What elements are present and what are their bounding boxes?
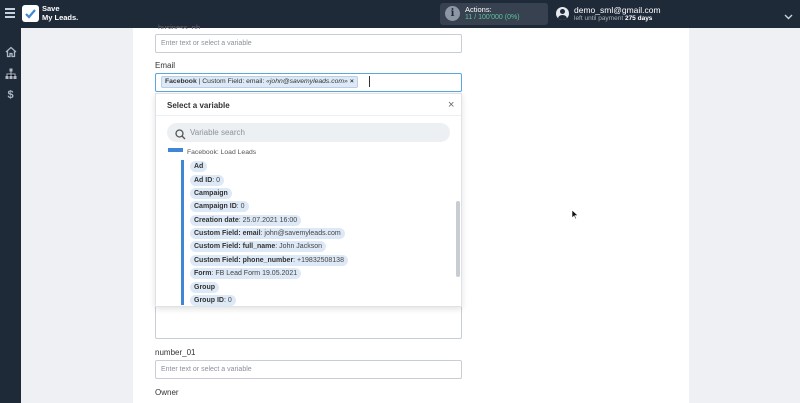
list-item[interactable]: Group ID: 0 <box>190 295 236 306</box>
list-item[interactable]: Custom Field: email: john@savemyleads.co… <box>190 228 345 239</box>
source-label: Facebook: Load Leads <box>187 149 257 156</box>
scroll-thumb[interactable] <box>456 201 460 277</box>
actions-count: 11 / 100'000 (0%) <box>465 14 520 21</box>
source-marker <box>168 148 183 152</box>
tag-field: | Custom Field: email: <box>198 78 265 85</box>
payment-days: 275 days <box>624 15 653 22</box>
variable-list: Facebook: Load Leads Ad Ad ID: 0 Campaig… <box>156 148 461 306</box>
actions-counter: i Actions: 11 / 100'000 (0%) <box>440 3 548 25</box>
list-item[interactable]: Campaign <box>190 188 232 199</box>
logo-text: Save My Leads. <box>42 4 79 22</box>
home-icon[interactable] <box>4 46 17 59</box>
list-item[interactable]: Group <box>190 282 219 293</box>
info-icon: i <box>445 6 460 21</box>
business-phone-field[interactable]: Enter text or select a variable <box>155 34 462 53</box>
mouse-cursor-icon <box>571 207 579 220</box>
sidebar: $ <box>0 28 21 403</box>
field-label-owner: Owner <box>155 388 179 397</box>
payment-prefix: left until payment <box>574 15 624 22</box>
payment-status: left until payment 275 days <box>574 15 652 22</box>
avatar[interactable] <box>556 7 569 20</box>
logo-line2: My Leads. <box>42 12 79 22</box>
text-caret <box>369 76 370 87</box>
tag-source: Facebook <box>165 78 197 85</box>
close-icon[interactable]: × <box>448 99 454 111</box>
dollar-icon[interactable]: $ <box>4 89 17 102</box>
search-input[interactable] <box>190 123 440 142</box>
field-label-number: number_01 <box>155 348 196 357</box>
variable-tag[interactable]: Facebook | Custom Field: email: «john@sa… <box>161 76 358 88</box>
list-item[interactable]: Creation date: 25.07.2021 16:00 <box>190 215 302 226</box>
list-item[interactable]: Ad <box>190 161 208 172</box>
sitemap-icon[interactable] <box>4 68 17 81</box>
list-item[interactable]: Ad ID: 0 <box>190 175 225 186</box>
field-placeholder: Enter text or select a variable <box>161 40 252 47</box>
user-email[interactable]: demo_sml@gmail.com <box>574 5 661 15</box>
search-icon <box>175 127 186 140</box>
dropdown-header: Select a variable × <box>156 94 461 116</box>
field-label-email: Email <box>155 61 176 70</box>
search-bar <box>167 123 450 142</box>
variable-dropdown: Select a variable × Facebook: Load Leads… <box>155 93 462 307</box>
chevron-down-icon[interactable] <box>784 8 793 20</box>
number-field[interactable]: Enter text or select a variable <box>155 360 462 379</box>
actions-label: Actions: <box>465 5 492 14</box>
dropdown-title: Select a variable <box>167 101 230 110</box>
text-area[interactable] <box>155 305 462 339</box>
logo-icon <box>22 5 39 22</box>
field-placeholder: Enter text or select a variable <box>161 366 252 373</box>
list-item[interactable]: Campaign ID: 0 <box>190 201 249 212</box>
menu-icon[interactable] <box>5 8 15 18</box>
field-label-business-phone: business_ph <box>158 23 201 29</box>
scrollbar[interactable] <box>456 148 460 306</box>
list-item[interactable]: Custom Field: full_name: John Jackson <box>190 241 326 252</box>
top-bar: Save My Leads. i Actions: 11 / 100'000 (… <box>0 0 800 28</box>
list-item[interactable]: Form: FB Lead Form 19.05.2021 <box>190 268 302 279</box>
close-icon[interactable]: × <box>350 78 354 85</box>
list-item[interactable]: Custom Field: phone_number: +19832508138 <box>190 255 348 266</box>
group-rule <box>181 160 184 305</box>
tag-value: «john@savemyleads.com» <box>266 78 348 85</box>
